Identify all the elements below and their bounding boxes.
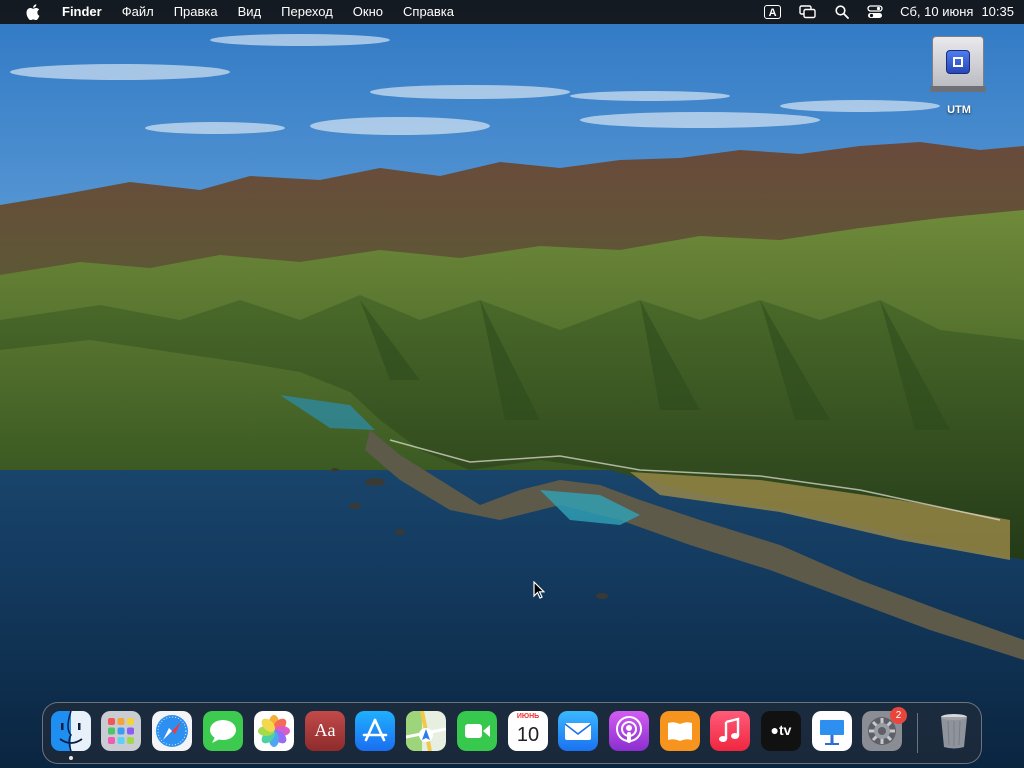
menu-file[interactable]: Файл — [112, 0, 164, 24]
dock-system-preferences[interactable]: 2 — [862, 707, 907, 751]
menu-bar: Finder Файл Правка Вид Переход Окно Спра… — [0, 0, 1024, 24]
messages-icon — [203, 711, 243, 751]
dock-books[interactable] — [660, 711, 700, 751]
desktop-wallpaper — [0, 0, 1024, 768]
drive-icon-base — [930, 86, 986, 92]
app-store-icon — [355, 711, 395, 751]
keynote-icon — [812, 711, 852, 751]
music-icon — [710, 711, 750, 751]
screen-mirroring-icon[interactable] — [790, 0, 826, 24]
dock-keynote[interactable] — [812, 711, 852, 751]
apple-tv-icon: ●tv — [761, 711, 801, 751]
calendar-day: 10 — [516, 724, 540, 746]
dock-trash[interactable] — [934, 711, 974, 751]
dock-safari[interactable] — [152, 711, 192, 751]
menu-app-finder[interactable]: Finder — [52, 0, 112, 24]
drive-label: UTM — [947, 104, 971, 116]
dictionary-icon: Aa — [305, 711, 345, 751]
dock-mail[interactable] — [558, 711, 598, 751]
maps-icon — [406, 711, 446, 751]
books-icon — [660, 711, 700, 751]
photos-icon — [254, 711, 294, 751]
podcasts-icon — [609, 711, 649, 751]
apple-icon[interactable] — [10, 0, 40, 24]
notification-badge: 2 — [890, 707, 907, 724]
menubar-time[interactable]: 10:35 — [973, 0, 1014, 24]
dock: Aa ИЮНЬ 10 ●tv 2 — [42, 702, 982, 764]
menu-help[interactable]: Справка — [393, 0, 464, 24]
finder-icon — [51, 711, 91, 751]
dock-facetime[interactable] — [457, 711, 497, 751]
dock-calendar[interactable]: ИЮНЬ 10 — [508, 711, 548, 751]
dock-messages[interactable] — [203, 711, 243, 751]
dock-separator — [917, 713, 918, 753]
dock-maps[interactable] — [406, 711, 446, 751]
menu-view[interactable]: Вид — [228, 0, 272, 24]
menu-go[interactable]: Переход — [271, 0, 343, 24]
launchpad-icon — [101, 711, 141, 751]
keyboard-input-icon[interactable]: A — [755, 0, 790, 24]
search-icon[interactable] — [826, 0, 858, 24]
calendar-month: ИЮНЬ — [516, 713, 540, 720]
dock-photos[interactable] — [254, 711, 294, 751]
control-center-icon[interactable] — [858, 0, 892, 24]
input-source-label: A — [764, 5, 782, 19]
menubar-date[interactable]: Сб, 10 июня — [892, 0, 973, 24]
dock-podcasts[interactable] — [609, 711, 649, 751]
facetime-icon — [457, 711, 497, 751]
tv-glyph: tv — [779, 722, 792, 738]
dock-music[interactable] — [710, 711, 750, 751]
trash-icon — [934, 711, 974, 751]
dock-apple-tv[interactable]: ●tv — [761, 711, 801, 751]
mouse-pointer-icon — [533, 581, 545, 599]
calendar-icon: ИЮНЬ 10 — [508, 711, 548, 751]
apple-logo-icon: ● — [770, 722, 779, 738]
dock-finder[interactable] — [51, 711, 91, 760]
safari-icon — [152, 711, 192, 751]
dictionary-glyph: Aa — [314, 720, 336, 740]
mail-icon — [558, 711, 598, 751]
dock-launchpad[interactable] — [101, 711, 141, 751]
dock-app-store[interactable] — [355, 711, 395, 751]
menu-edit[interactable]: Правка — [164, 0, 228, 24]
dock-dictionary[interactable]: Aa — [305, 711, 345, 751]
running-indicator — [69, 756, 73, 760]
utm-emblem-icon — [946, 50, 970, 74]
desktop-drive-utm[interactable]: UTM — [924, 34, 994, 124]
menu-window[interactable]: Окно — [343, 0, 393, 24]
